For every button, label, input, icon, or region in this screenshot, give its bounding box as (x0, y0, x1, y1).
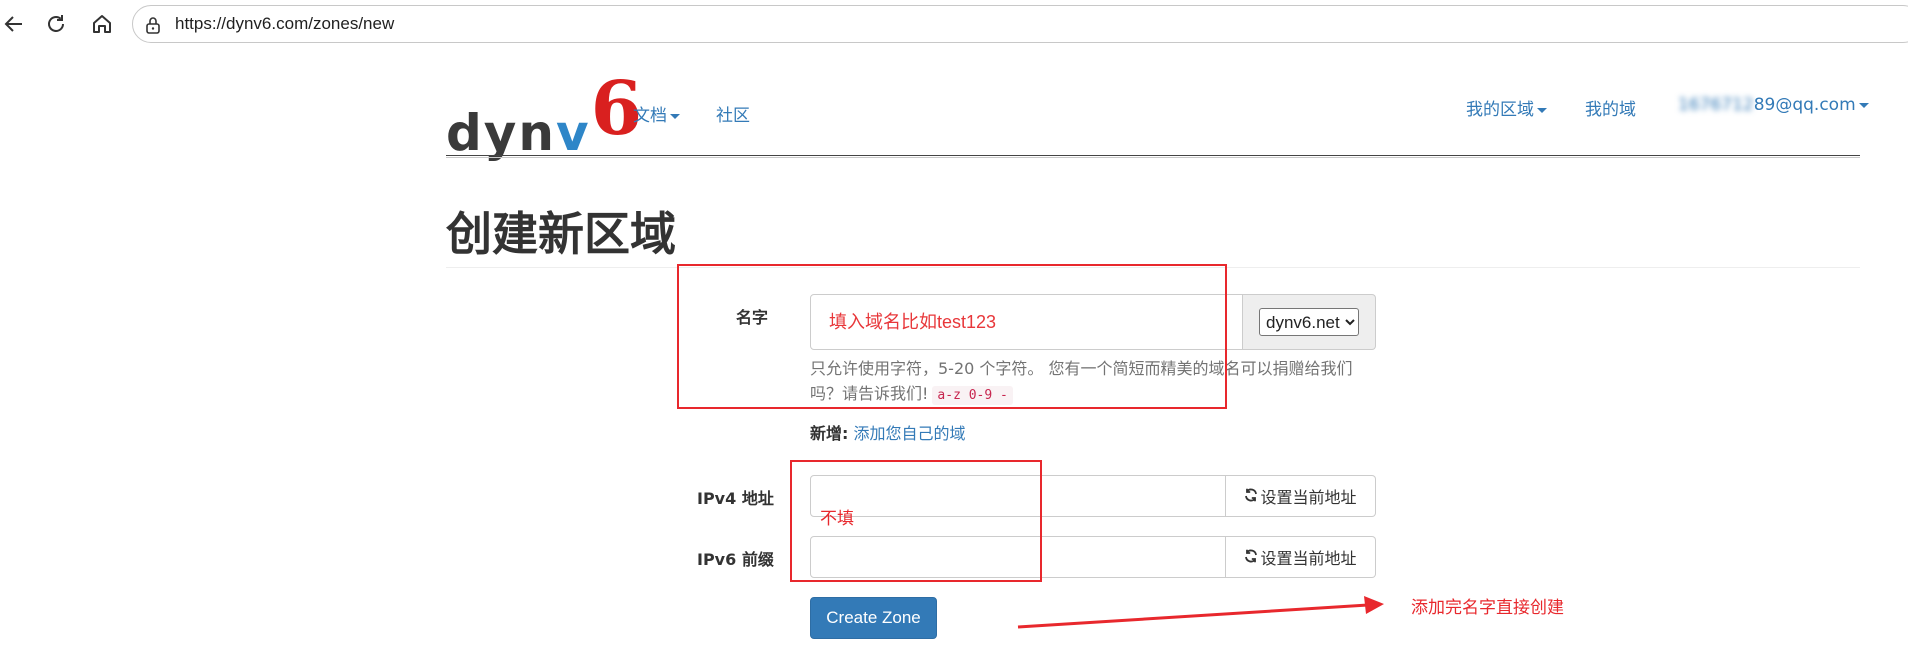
annotation-skip-note: 不填 (820, 509, 854, 529)
refresh-icon (1244, 487, 1258, 506)
lock-icon[interactable] (145, 16, 161, 38)
ipv6-label: IPv6 前缀 (697, 550, 774, 569)
nav-my-zones-label: 我的区域 (1466, 100, 1534, 120)
page-header-divider (446, 267, 1860, 268)
name-input-group: dynv6.net (810, 294, 1376, 350)
set-current-label: 设置当前地址 (1260, 549, 1357, 568)
back-icon[interactable] (0, 10, 28, 38)
ipv4-label: IPv4 地址 (697, 489, 774, 508)
account-email-suffix: 89@qq.com (1753, 95, 1856, 115)
nav-docs-dropdown[interactable]: 文档 (633, 101, 680, 126)
caret-down-icon (1858, 102, 1869, 108)
ipv4-address-input[interactable] (810, 475, 1226, 517)
help-text: 只允许使用字符，5-20 个字符。 您有一个简短而精美的域名可以捐赠给我们吗？请… (810, 359, 1353, 403)
refresh-icon[interactable] (42, 10, 70, 38)
home-icon[interactable] (88, 10, 116, 38)
domain-suffix-select[interactable]: dynv6.net (1259, 308, 1359, 336)
ipv6-set-current-button[interactable]: 设置当前地址 (1226, 536, 1376, 578)
ipv6-input-group: 设置当前地址 (810, 536, 1376, 578)
refresh-icon (1244, 548, 1258, 567)
add-own-domain-line: 新增: 添加您自己的域 (810, 420, 966, 444)
ipv4-input-group: 设置当前地址 (810, 475, 1376, 517)
logo-text-dyn: dyn (446, 104, 556, 162)
page-title: 创建新区域 (446, 207, 676, 261)
navbar-divider (446, 155, 1860, 156)
set-current-label: 设置当前地址 (1260, 488, 1357, 507)
address-bar[interactable]: https://dynv6.com/zones/new (132, 5, 1908, 43)
allowed-chars-code: a-z 0-9 - (932, 386, 1013, 405)
nav-account-dropdown[interactable]: 167671289@qq.com (1678, 95, 1869, 115)
url-text: https://dynv6.com/zones/new (175, 14, 395, 33)
zone-name-input[interactable] (810, 294, 1243, 350)
add-own-domain-link[interactable]: 添加您自己的域 (854, 424, 966, 443)
logo-text-v: v (555, 104, 589, 162)
new-prefix-label: 新增: (810, 424, 849, 443)
site-logo[interactable]: dynv6 (446, 60, 642, 162)
create-zone-button[interactable]: Create Zone (810, 597, 937, 639)
ipv4-set-current-button[interactable]: 设置当前地址 (1226, 475, 1376, 517)
navbar-divider-shadow (446, 157, 1860, 158)
nav-community-link[interactable]: 社区 (716, 101, 750, 126)
nav-my-domains-label: 我的域 (1585, 100, 1636, 120)
account-email-blurred: 1676712 (1678, 95, 1754, 115)
browser-toolbar: https://dynv6.com/zones/new (0, 0, 1908, 48)
name-help-text: 只允许使用字符，5-20 个字符。 您有一个简短而精美的域名可以捐赠给我们吗？请… (810, 356, 1380, 408)
name-label: 名字 (736, 308, 769, 327)
domain-suffix-addon: dynv6.net (1243, 294, 1376, 350)
nav-my-zones-dropdown[interactable]: 我的区域 (1466, 95, 1547, 120)
nav-my-domains-link[interactable]: 我的域 (1585, 95, 1636, 120)
caret-down-icon (670, 113, 680, 119)
ipv6-prefix-input[interactable] (810, 536, 1226, 578)
annotation-create-note: 添加完名字直接创建 (1411, 598, 1564, 618)
caret-down-icon (1537, 107, 1547, 113)
nav-community-label: 社区 (716, 106, 750, 126)
nav-docs-label: 文档 (633, 106, 667, 126)
